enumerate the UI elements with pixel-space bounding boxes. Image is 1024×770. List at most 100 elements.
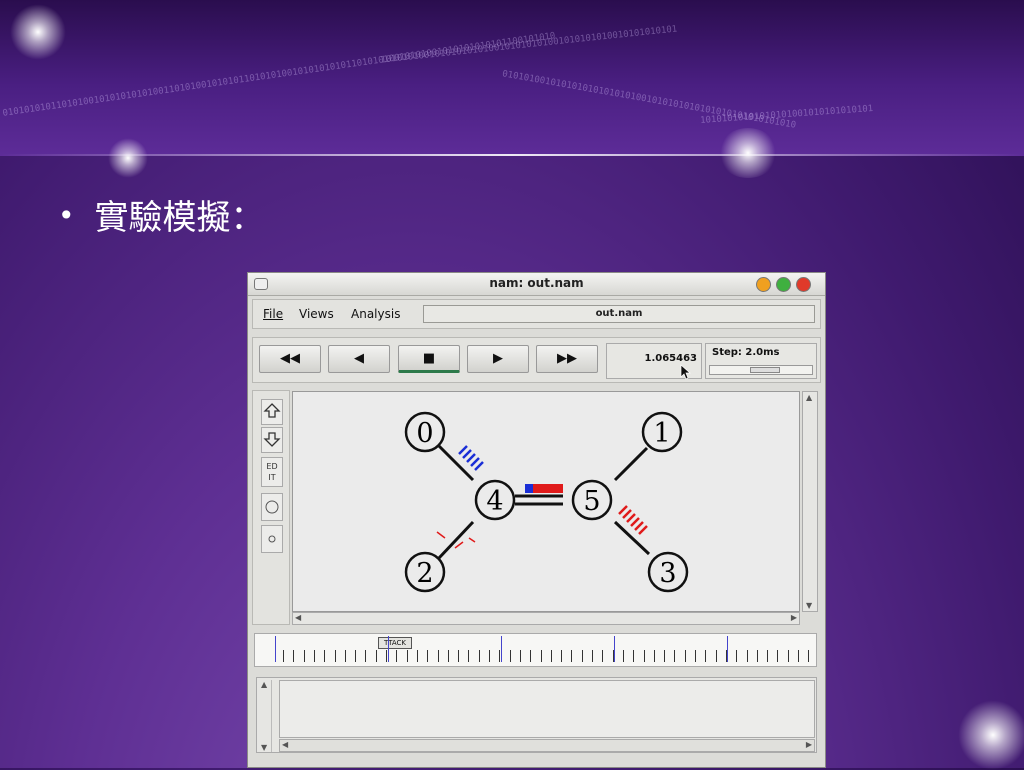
link-0-4 <box>437 444 475 482</box>
scroll-down-icon[interactable]: ▼ <box>806 601 812 610</box>
node-4-label: 4 <box>486 486 503 517</box>
node-3-label: 3 <box>659 558 676 589</box>
node-4[interactable]: 4 <box>474 479 516 521</box>
timeline-tick <box>633 650 635 662</box>
topology-canvas[interactable]: 0 1 2 3 4 5 <box>292 391 800 612</box>
scroll-up-icon[interactable]: ▲ <box>806 393 812 402</box>
stop-button[interactable]: ■ <box>398 345 460 373</box>
circle-icon <box>265 500 279 514</box>
edit-button[interactable]: ED IT <box>261 457 283 487</box>
timeline-tick <box>416 650 418 662</box>
scroll-right-icon[interactable]: ▶ <box>791 613 797 622</box>
step-control: Step: 2.0ms <box>705 343 817 379</box>
link-5-3 <box>613 520 651 556</box>
time-slider-marker[interactable]: TTACK <box>378 637 412 649</box>
node-2-label: 2 <box>416 558 433 589</box>
packet-blue-4-5 <box>525 484 533 493</box>
step-back-button[interactable]: ◀ <box>328 345 390 373</box>
monitor-area <box>279 680 815 738</box>
slide-bullet: • 實驗模擬： <box>58 190 265 239</box>
timeline-tick <box>386 650 387 662</box>
timeline-tick <box>715 650 717 662</box>
minimize-button[interactable] <box>756 277 771 292</box>
timeline-tick <box>674 650 676 662</box>
timeline-tick <box>767 650 769 662</box>
nam-window: nam: out.nam File Views Analysis out.nam… <box>247 272 826 768</box>
timeline-tick <box>746 650 748 662</box>
monitor-horizontal-scrollbar[interactable]: ◀ ▶ <box>279 739 815 752</box>
monitor-scroll-right-icon[interactable]: ▶ <box>806 740 812 749</box>
timeline-tick <box>303 650 305 662</box>
step-label: Step: 2.0ms <box>712 347 780 358</box>
monitor-scroll-down-icon[interactable]: ▼ <box>261 743 267 752</box>
light-flare <box>958 700 1024 770</box>
node-2[interactable]: 2 <box>404 551 446 593</box>
canvas-vertical-scrollbar[interactable]: ▲ ▼ <box>802 391 818 612</box>
timeline-tick <box>808 650 810 662</box>
light-flare <box>718 128 778 178</box>
fast-forward-button[interactable]: ▶▶ <box>536 345 598 373</box>
timeline-tick <box>787 650 789 662</box>
close-button[interactable] <box>796 277 811 292</box>
timeline-tick <box>777 650 779 662</box>
timeline-tick <box>695 650 696 662</box>
time-slider[interactable]: TTACK <box>254 633 817 667</box>
timeline-tick <box>664 650 666 662</box>
maximize-button[interactable] <box>776 277 791 292</box>
timeline-tick <box>581 650 583 662</box>
play-button[interactable]: ▶ <box>467 345 529 373</box>
timeline-tick <box>489 650 490 662</box>
timeline-tick <box>653 650 655 662</box>
canvas-horizontal-scrollbar[interactable]: ◀ ▶ <box>292 612 800 625</box>
timeline-tick <box>571 650 573 662</box>
timeline-tick <box>313 650 315 662</box>
menu-file-label: File <box>263 307 284 321</box>
link-4-2 <box>437 520 475 560</box>
menu-file[interactable]: File <box>263 307 283 321</box>
zoom-in-button[interactable] <box>261 399 283 425</box>
monitor-scroll-up-icon[interactable]: ▲ <box>261 680 267 689</box>
timeline-tick <box>530 650 532 662</box>
packet-stream-blue <box>458 445 484 471</box>
monitor-scroll-left-icon[interactable]: ◀ <box>282 740 288 749</box>
node-3[interactable]: 3 <box>647 551 689 593</box>
timeline-tick <box>798 650 799 662</box>
timeline-tick <box>375 650 377 662</box>
timeline-tick <box>643 650 645 662</box>
bullet-dot: • <box>58 199 75 232</box>
menu-analysis[interactable]: Analysis <box>351 307 400 321</box>
scroll-left-icon[interactable]: ◀ <box>295 613 301 622</box>
timeline-tick <box>478 650 480 662</box>
node-0[interactable]: 0 <box>404 411 446 453</box>
timeline-tick <box>756 650 758 662</box>
node-5[interactable]: 5 <box>571 479 613 521</box>
timeline-tick <box>550 650 552 662</box>
binary-decoration: 1010101001010101010100101010101001010101… <box>380 24 678 66</box>
step-slider-thumb[interactable] <box>750 367 780 373</box>
slide-banner: 0101010101101010010101010101001101010010… <box>0 0 1024 156</box>
timeline-major-tick <box>388 636 389 662</box>
timeline-tick <box>519 650 521 662</box>
timeline-tick <box>293 650 295 662</box>
small-circle-tool-button[interactable] <box>261 525 283 553</box>
monitor-vertical-scrollbar[interactable]: ▲ ▼ <box>259 680 272 752</box>
timeline-tick <box>509 650 511 662</box>
window-title: nam: out.nam <box>489 276 584 290</box>
step-slider[interactable] <box>709 365 813 375</box>
timeline-tick <box>447 650 449 662</box>
timeline-tick <box>622 650 624 662</box>
timeline-major-tick <box>501 636 502 662</box>
timeline-tick <box>406 650 408 662</box>
topology-svg: 0 1 2 3 4 5 <box>404 411 689 593</box>
zoom-out-button[interactable] <box>261 427 283 453</box>
playback-controls: ◀◀ ◀ ■ ▶ ▶▶ 1.065463 Step: 2.0ms <box>252 337 821 383</box>
rewind-button[interactable]: ◀◀ <box>259 345 321 373</box>
banner-divider <box>0 154 1024 156</box>
menu-views[interactable]: Views <box>299 307 334 321</box>
timeline-tick <box>705 650 707 662</box>
node-1[interactable]: 1 <box>641 411 683 453</box>
timeline-tick <box>427 650 429 662</box>
menu-bar: File Views Analysis out.nam <box>252 299 821 329</box>
circle-tool-button[interactable] <box>261 493 283 521</box>
node-5-label: 5 <box>583 486 600 517</box>
